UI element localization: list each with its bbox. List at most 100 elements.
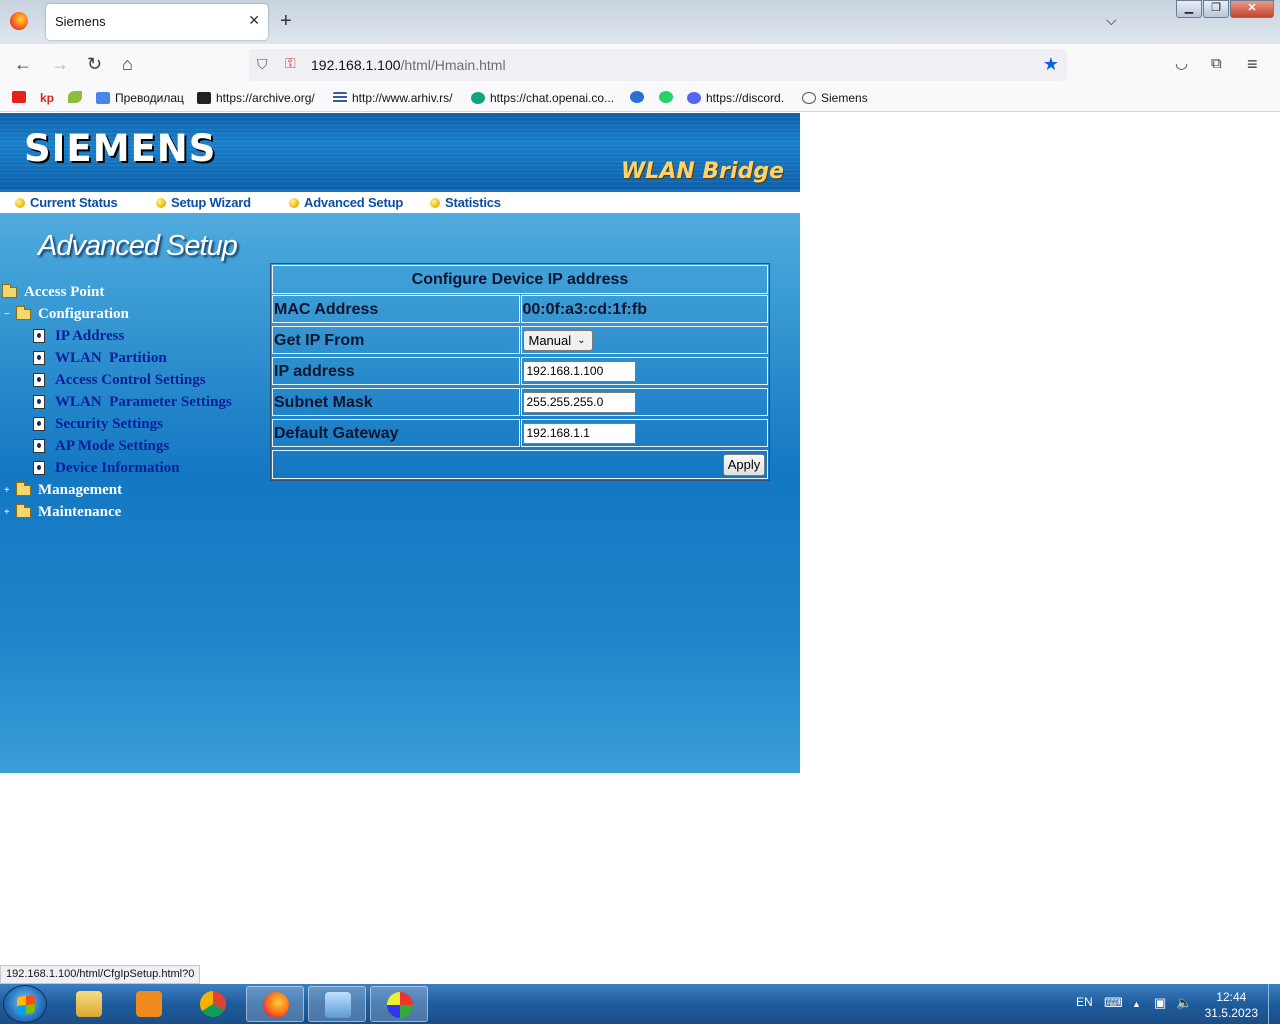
show-hidden-icons[interactable]: ▲ [1132, 999, 1141, 1009]
volume-icon[interactable]: 🔈 [1176, 995, 1192, 1011]
mac-label: MAC Address [272, 295, 520, 323]
start-button[interactable] [3, 985, 47, 1023]
discord-icon [687, 92, 701, 104]
new-tab-button[interactable]: + [280, 9, 292, 33]
bookmark-label: Преводилац [115, 91, 184, 105]
firefox-icon [263, 992, 289, 1018]
bullet-icon [430, 198, 440, 208]
tree-item-ip-address[interactable]: IP Address [33, 326, 124, 346]
top-menu: Current Status Setup Wizard Advanced Set… [0, 189, 800, 213]
tree-label: Security Settings [55, 415, 163, 432]
system-tray: EN ⌨ ▲ ▣ 🔈 12:44 31.5.2023 [1040, 984, 1280, 1024]
language-indicator[interactable]: EN [1076, 995, 1093, 1009]
bookmark-discord[interactable]: https://discord. [687, 91, 784, 105]
mask-cell: 255.255.255.0 [520, 388, 768, 416]
menu-icon[interactable]: ≡ [1247, 54, 1258, 74]
show-desktop-button[interactable] [1268, 984, 1280, 1024]
url-text[interactable]: 192.168.1.100/html/Hmain.html [311, 57, 506, 73]
back-arrow-icon[interactable]: ← [14, 54, 32, 74]
menu-label: Current Status [30, 195, 118, 210]
bullet-icon [15, 198, 25, 208]
ip-config-form: Configure Device IP address MAC Address … [270, 263, 770, 481]
menu-setup-wizard[interactable]: Setup Wizard [156, 195, 251, 210]
youtube-icon [12, 91, 26, 103]
taskbar-firefox[interactable] [246, 986, 304, 1022]
close-window-button[interactable]: ✕ [1230, 0, 1274, 18]
url-path: /html/Hmain.html [400, 57, 506, 73]
taskbar-explorer[interactable] [60, 986, 118, 1022]
tree-item-security[interactable]: Security Settings [33, 414, 163, 434]
tree-item-configuration[interactable]: − Configuration [4, 304, 129, 324]
expand-icon[interactable]: + [4, 507, 12, 518]
tree-label: Access Point [24, 283, 105, 300]
ip-address-input[interactable]: 192.168.1.100 [522, 361, 636, 382]
bookmark-archive[interactable]: https://archive.org/ [197, 91, 315, 105]
tree-item-ap-mode[interactable]: AP Mode Settings [33, 436, 169, 456]
tree-item-maintenance[interactable]: + Maintenance [4, 502, 121, 522]
chrome-icon [200, 991, 226, 1017]
bookmark-translate[interactable]: Преводилац [96, 91, 184, 105]
bookmark-siemens[interactable]: Siemens [802, 91, 868, 105]
minimize-button[interactable]: ▁ [1176, 0, 1202, 18]
forward-arrow-icon[interactable]: → [51, 54, 69, 74]
subnet-mask-input[interactable]: 255.255.255.0 [522, 392, 636, 413]
bookmark-s[interactable] [630, 91, 649, 103]
tree-label: IP Address [55, 327, 125, 344]
bookmark-openai[interactable]: https://chat.openai.co... [471, 91, 614, 105]
bookmark-star-icon[interactable]: ★ [1043, 54, 1059, 75]
url-bar[interactable]: ⛉ ⚿ 192.168.1.100/html/Hmain.html ★ [249, 49, 1067, 81]
form-footer: Apply [272, 450, 768, 479]
bookmark-kp[interactable]: kp [40, 91, 54, 105]
taskbar-control-panel[interactable] [308, 986, 366, 1022]
row-get-ip: Get IP From Manual ⌄ [272, 326, 768, 356]
tree-item-device-info[interactable]: Device Information [33, 458, 180, 478]
bookmark-label: https://archive.org/ [216, 91, 315, 105]
expand-icon[interactable]: + [4, 485, 12, 496]
bookmark-arhiv[interactable]: http://www.arhiv.rs/ [333, 91, 452, 105]
windows-logo-icon [17, 995, 35, 1015]
collapse-icon[interactable]: − [4, 309, 12, 320]
bookmark-youtube[interactable] [12, 91, 31, 103]
network-icon[interactable]: ▣ [1154, 995, 1166, 1011]
clock[interactable]: 12:44 31.5.2023 [1205, 989, 1258, 1021]
tree-item-management[interactable]: + Management [4, 480, 122, 500]
menu-statistics[interactable]: Statistics [430, 195, 501, 210]
menu-current-status[interactable]: Current Status [15, 195, 118, 210]
tree-item-access-control[interactable]: Access Control Settings [33, 370, 206, 390]
bookmark-label: http://www.arhiv.rs/ [352, 91, 453, 105]
extensions-icon[interactable]: ⧉ [1211, 54, 1222, 74]
menu-advanced-setup[interactable]: Advanced Setup [289, 195, 403, 210]
siemens-logo: SIEMENS [24, 127, 217, 170]
select-value: Manual [528, 333, 572, 348]
firefox-icon[interactable] [10, 12, 28, 30]
shield-icon[interactable]: ⛉ [257, 56, 268, 73]
page-icon [33, 373, 45, 387]
taskbar-paint[interactable] [370, 986, 428, 1022]
gateway-input[interactable]: 192.168.1.1 [522, 423, 636, 444]
close-tab-icon[interactable]: ✕ [248, 12, 260, 29]
page-icon [33, 395, 45, 409]
home-icon[interactable]: ⌂ [122, 54, 133, 74]
get-ip-select[interactable]: Manual ⌄ [522, 330, 593, 351]
paint-icon [387, 992, 413, 1018]
keyboard-icon[interactable]: ⌨ [1104, 995, 1123, 1011]
bookmark-label: Siemens [821, 91, 868, 105]
bookmark-label: https://chat.openai.co... [490, 91, 615, 105]
device-web-page: SIEMENS WLAN Bridge Current Status Setup… [0, 113, 800, 773]
tree-item-access-point[interactable]: Access Point [2, 282, 104, 302]
bookmark-leaf[interactable] [68, 91, 87, 103]
chevron-down-icon[interactable]: ⌵ [1106, 12, 1117, 29]
insecure-lock-icon[interactable]: ⚿ [285, 55, 296, 72]
apply-button[interactable]: Apply [723, 454, 765, 476]
get-ip-cell: Manual ⌄ [520, 326, 768, 354]
tab-siemens[interactable]: Siemens ✕ [46, 4, 268, 40]
taskbar-media-player[interactable] [120, 986, 178, 1022]
bookmark-whatsapp[interactable] [659, 91, 678, 103]
tree-item-wlan-parameters[interactable]: WLAN Parameter Settings [33, 392, 232, 412]
tree-item-wlan-partition[interactable]: WLAN Partition [33, 348, 167, 368]
tree-label: WLAN Parameter Settings [55, 393, 232, 410]
restore-button[interactable]: ❐ [1203, 0, 1229, 18]
pocket-icon[interactable]: ◡ [1175, 54, 1188, 74]
reload-icon[interactable]: ↻ [87, 54, 102, 74]
taskbar-chrome[interactable] [184, 986, 242, 1022]
